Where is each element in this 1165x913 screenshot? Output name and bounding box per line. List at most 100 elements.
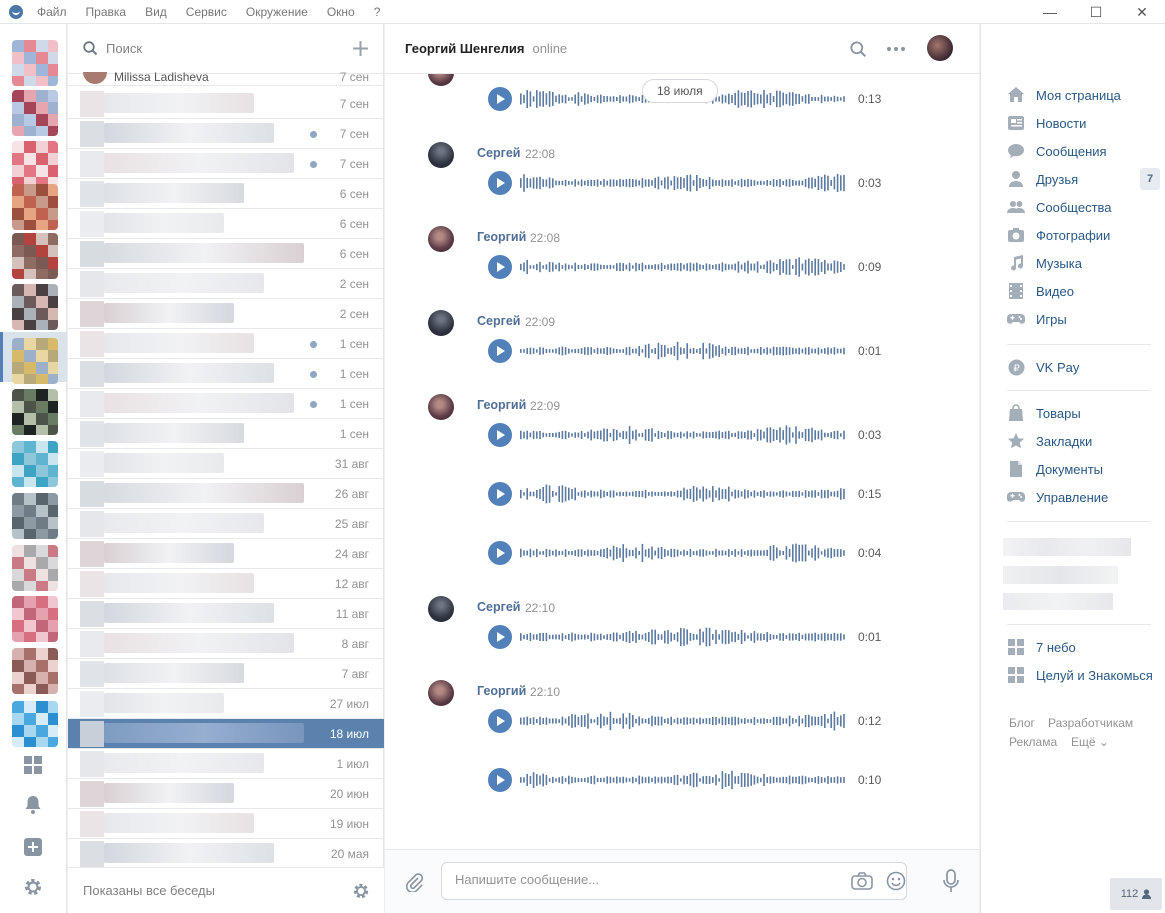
dialog-row[interactable]: 19 июн bbox=[68, 809, 384, 839]
menu-help[interactable]: ? bbox=[374, 5, 381, 19]
nav-item[interactable]: Музыка bbox=[1007, 253, 1082, 273]
rail-conversation-avatar[interactable] bbox=[12, 389, 58, 435]
dialog-row[interactable]: 1 июл bbox=[68, 749, 384, 779]
rail-conversation-avatar[interactable] bbox=[12, 545, 58, 591]
play-icon[interactable] bbox=[488, 339, 512, 363]
waveform[interactable] bbox=[520, 708, 846, 734]
footer-link-developers[interactable]: Разработчикам bbox=[1048, 716, 1133, 730]
dialog-row[interactable]: 20 мая bbox=[68, 839, 384, 869]
apps-icon[interactable] bbox=[22, 754, 44, 776]
message-author-name[interactable]: Георгий bbox=[477, 230, 526, 244]
message-author-name[interactable]: Сергей bbox=[477, 314, 520, 328]
nav-item[interactable]: Управление bbox=[1007, 487, 1108, 507]
nav-app-7-nebo[interactable]: 7 небо bbox=[1007, 637, 1076, 657]
chat-search-icon[interactable] bbox=[847, 38, 869, 60]
play-icon[interactable] bbox=[488, 768, 512, 792]
dialog-row[interactable]: 12 авг bbox=[68, 569, 384, 599]
play-icon[interactable] bbox=[488, 87, 512, 111]
message-author-avatar[interactable] bbox=[428, 596, 454, 622]
dialog-row[interactable]: 11 авг bbox=[68, 599, 384, 629]
dialog-row[interactable]: 18 июл bbox=[68, 719, 384, 749]
dialog-row[interactable]: 7 сен bbox=[68, 89, 384, 119]
dialog-row[interactable]: 7 сен bbox=[68, 119, 384, 149]
message-author-name[interactable]: Георгий bbox=[477, 684, 526, 698]
online-friends-counter[interactable]: 112 bbox=[1110, 878, 1162, 910]
menu-service[interactable]: Сервис bbox=[186, 5, 227, 19]
dialog-row[interactable]: 31 авг bbox=[68, 449, 384, 479]
nav-item[interactable]: Игры bbox=[1007, 309, 1067, 329]
dialog-search-input[interactable] bbox=[106, 41, 326, 56]
waveform[interactable] bbox=[520, 540, 846, 566]
dialog-row[interactable]: 1 сен bbox=[68, 359, 384, 389]
dialog-row[interactable]: 25 авг bbox=[68, 509, 384, 539]
new-message-plus-icon[interactable] bbox=[353, 41, 368, 56]
waveform[interactable] bbox=[520, 338, 846, 364]
notifications-bell-icon[interactable] bbox=[22, 794, 44, 816]
rail-conversation-avatar[interactable] bbox=[12, 284, 58, 330]
waveform[interactable] bbox=[520, 422, 846, 448]
dialog-row[interactable]: 1 сен bbox=[68, 329, 384, 359]
dialog-row[interactable]: 6 сен bbox=[68, 239, 384, 269]
nav-item[interactable]: Товары bbox=[1007, 403, 1081, 423]
message-input[interactable] bbox=[455, 872, 835, 887]
rail-conversation-avatar[interactable] bbox=[12, 596, 58, 642]
waveform[interactable] bbox=[520, 624, 846, 650]
footer-link-ads[interactable]: Реклама bbox=[1009, 735, 1057, 749]
settings-gear-icon[interactable] bbox=[22, 876, 44, 898]
message-author-avatar[interactable] bbox=[428, 680, 454, 706]
play-icon[interactable] bbox=[488, 423, 512, 447]
rail-conversation-avatar[interactable] bbox=[12, 441, 58, 487]
rail-conversation-avatar[interactable] bbox=[12, 338, 58, 384]
more-actions-icon[interactable] bbox=[885, 38, 907, 60]
dialog-row[interactable]: 7 сен bbox=[68, 149, 384, 179]
nav-vk-pay[interactable]: ₽ VK Pay bbox=[1007, 357, 1079, 377]
menu-edit[interactable]: Правка bbox=[86, 5, 127, 19]
camera-icon[interactable] bbox=[850, 869, 874, 893]
nav-item[interactable]: Моя страница bbox=[1007, 85, 1121, 105]
emoji-smile-icon[interactable] bbox=[884, 869, 908, 893]
waveform[interactable] bbox=[520, 170, 846, 196]
message-author-name[interactable]: Сергей bbox=[477, 146, 520, 160]
footer-link-more[interactable]: Ещё ⌄ bbox=[1071, 735, 1109, 749]
attach-paperclip-icon[interactable] bbox=[402, 870, 426, 894]
rail-conversation-avatar[interactable] bbox=[12, 40, 58, 86]
dialogs-settings-gear-icon[interactable] bbox=[352, 882, 370, 900]
nav-item[interactable]: Новости bbox=[1007, 113, 1086, 133]
dialog-row[interactable]: 2 сен bbox=[68, 299, 384, 329]
peer-avatar[interactable] bbox=[927, 35, 953, 61]
peer-name[interactable]: Георгий Шенгелия bbox=[405, 41, 524, 56]
waveform[interactable] bbox=[520, 481, 846, 507]
message-author-avatar[interactable] bbox=[428, 74, 454, 86]
play-icon[interactable] bbox=[488, 482, 512, 506]
rail-conversation-avatar[interactable] bbox=[12, 184, 58, 230]
nav-item[interactable]: Фотографии bbox=[1007, 225, 1110, 245]
dialog-row[interactable]: 27 июл bbox=[68, 689, 384, 719]
close-button[interactable]: ✕ bbox=[1119, 0, 1165, 24]
nav-item[interactable]: Документы bbox=[1007, 459, 1103, 479]
waveform[interactable] bbox=[520, 767, 846, 793]
play-icon[interactable] bbox=[488, 541, 512, 565]
rail-conversation-avatar[interactable] bbox=[12, 701, 58, 747]
dialog-row[interactable]: 26 авг bbox=[68, 479, 384, 509]
nav-app-celui[interactable]: Целуй и Знакомься bbox=[1007, 665, 1153, 685]
nav-item[interactable]: Друзья bbox=[1007, 169, 1078, 189]
message-author-avatar[interactable] bbox=[428, 394, 454, 420]
play-icon[interactable] bbox=[488, 625, 512, 649]
play-icon[interactable] bbox=[488, 255, 512, 279]
dialog-row[interactable]: 6 сен bbox=[68, 209, 384, 239]
dialog-row[interactable]: 7 авг bbox=[68, 659, 384, 689]
dialog-row[interactable]: 2 сен bbox=[68, 269, 384, 299]
waveform[interactable] bbox=[520, 254, 846, 280]
dialog-row[interactable]: 20 июн bbox=[68, 779, 384, 809]
maximize-button[interactable]: ☐ bbox=[1073, 0, 1119, 24]
message-author-avatar[interactable] bbox=[428, 310, 454, 336]
nav-item[interactable]: Видео bbox=[1007, 281, 1074, 301]
dialog-row[interactable]: 8 авг bbox=[68, 629, 384, 659]
footer-link-blog[interactable]: Блог bbox=[1009, 716, 1035, 730]
dialog-row[interactable]: 1 сен bbox=[68, 389, 384, 419]
menu-window[interactable]: Окно bbox=[327, 5, 355, 19]
add-conversation-icon[interactable] bbox=[22, 836, 44, 858]
dialog-row[interactable]: 6 сен bbox=[68, 179, 384, 209]
nav-item[interactable]: Сообщения bbox=[1007, 141, 1107, 161]
menu-file[interactable]: Файл bbox=[37, 5, 67, 19]
